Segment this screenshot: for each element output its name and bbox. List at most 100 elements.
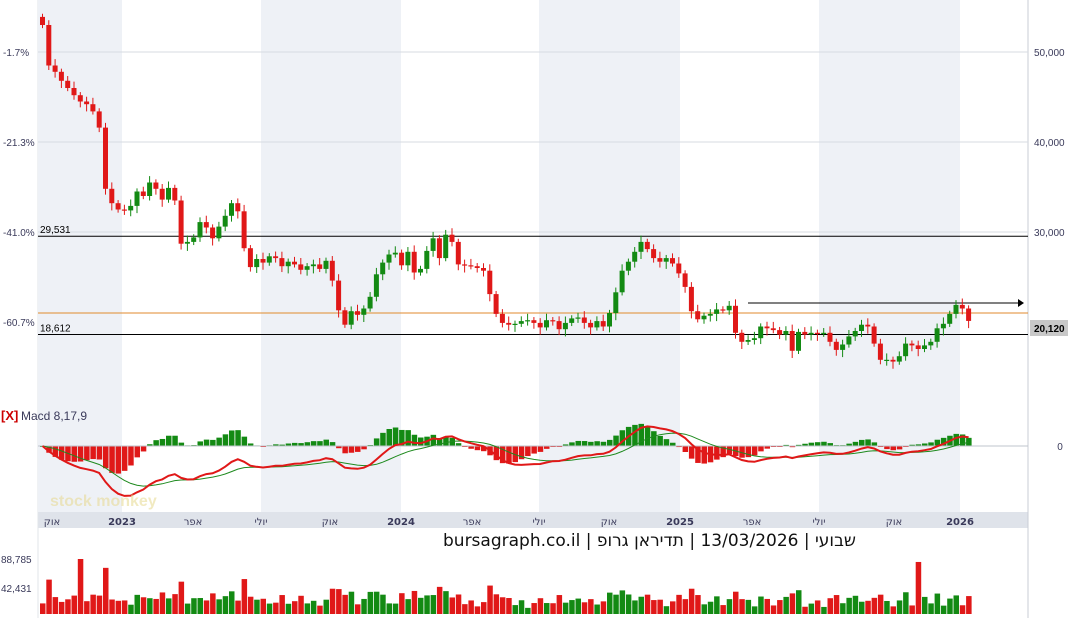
candle-body <box>751 338 757 340</box>
volume-bar <box>90 594 96 614</box>
candle-body <box>619 270 625 293</box>
volume-bar <box>58 601 65 614</box>
candle-body <box>726 305 732 311</box>
volume-bar <box>625 594 632 614</box>
volume-bar <box>796 590 802 614</box>
candle-body <box>777 330 783 335</box>
candle-body <box>688 286 694 312</box>
candle-body <box>424 250 430 269</box>
candle-body <box>166 187 171 200</box>
volume-bar <box>928 603 934 614</box>
volume-bar <box>273 602 279 614</box>
volume-bar <box>424 595 430 614</box>
candle-body <box>229 203 234 216</box>
y-right-tick: 50,000 <box>1034 48 1065 59</box>
volume-bar <box>323 599 329 614</box>
macd-histogram-bar <box>865 439 871 446</box>
y-right-tick: 40,000 <box>1034 138 1065 149</box>
candle-body <box>468 265 474 267</box>
x-axis-label: אפר <box>184 517 203 528</box>
volume-bar <box>644 594 651 614</box>
candle-body <box>909 343 915 346</box>
candle-body <box>644 241 650 250</box>
candle-body <box>298 264 304 270</box>
volume-bar <box>745 599 752 614</box>
volume-bar <box>581 602 588 614</box>
volume-bar <box>77 559 84 614</box>
volume-bar <box>859 601 865 614</box>
candle-body <box>783 331 789 335</box>
macd-close-button[interactable]: [X] <box>1 408 18 423</box>
volume-bar <box>298 595 304 614</box>
candle-body <box>405 251 411 266</box>
volume-bar <box>594 604 600 614</box>
macd-histogram-bar <box>745 446 752 458</box>
volume-bar <box>884 600 890 614</box>
macd-histogram-bar <box>304 442 311 446</box>
candle-body <box>443 234 449 259</box>
x-axis-label: 2024 <box>387 517 415 528</box>
candle-body <box>896 356 902 362</box>
macd-histogram-bar <box>203 439 210 446</box>
volume-bar <box>934 593 941 614</box>
volume-bar <box>821 606 827 614</box>
chart-title: שבועי | 13/03/2026 | תדיראן גרופ | bursa… <box>443 531 856 551</box>
candle-body <box>216 226 222 239</box>
volume-bar <box>909 605 915 614</box>
candle-body <box>808 332 814 335</box>
macd-histogram-bar <box>531 446 537 454</box>
macd-histogram-bar <box>657 435 663 446</box>
volume-bar <box>600 601 607 614</box>
macd-histogram-bar <box>109 446 115 473</box>
candle-body <box>380 262 386 275</box>
volume-bar <box>890 606 896 614</box>
candle-body <box>184 241 190 244</box>
volume-bar <box>304 603 311 614</box>
candle-body <box>676 263 682 274</box>
candle-body <box>285 261 291 267</box>
candle-body <box>481 268 486 271</box>
volume-bar <box>474 606 481 614</box>
volume-bar <box>544 603 550 614</box>
macd-histogram-bar <box>115 446 122 474</box>
volume-bar <box>178 581 185 614</box>
x-axis-label: יולי <box>533 517 546 528</box>
macd-histogram-bar <box>525 446 531 457</box>
candle-body <box>90 104 96 112</box>
volume-bar <box>802 606 808 614</box>
volume-bar <box>833 595 840 614</box>
macd-histogram-bar <box>821 441 827 446</box>
volume-bar <box>512 605 518 614</box>
macd-histogram-bar <box>310 441 317 446</box>
candle-body <box>58 71 64 81</box>
candle-body <box>392 252 398 255</box>
candle-body <box>865 324 871 327</box>
candle-body <box>890 359 896 362</box>
volume-bar <box>903 592 909 614</box>
candle-body <box>852 331 858 337</box>
volume-bar <box>405 599 411 614</box>
candle-body <box>355 311 360 315</box>
volume-bar <box>241 579 248 614</box>
candle-body <box>821 332 827 334</box>
candle-body <box>594 321 600 328</box>
volume-bar <box>688 588 695 614</box>
candle-body <box>632 251 638 262</box>
candle-body <box>254 259 260 268</box>
volume-bar <box>418 597 424 614</box>
volume-bar <box>247 596 254 614</box>
volume-bar <box>619 590 626 614</box>
macd-histogram-bar <box>537 446 544 452</box>
candle-body <box>247 248 253 268</box>
macd-histogram-bar <box>588 441 594 446</box>
candle-body <box>210 227 216 239</box>
candle-body <box>109 188 115 204</box>
candle-body <box>52 65 58 72</box>
volume-bar <box>537 598 544 614</box>
volume-bar <box>575 598 581 614</box>
candle-body <box>222 215 228 227</box>
volume-bar <box>153 598 159 614</box>
candle-body <box>273 256 279 259</box>
candle-body <box>953 304 959 314</box>
volume-bar <box>279 595 285 614</box>
